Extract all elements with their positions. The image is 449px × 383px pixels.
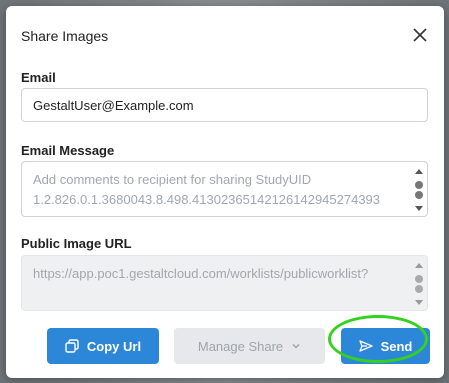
public-url-label: Public Image URL [21, 236, 132, 251]
email-message-label: Email Message [21, 143, 115, 158]
copy-icon [65, 339, 79, 353]
copy-url-label: Copy Url [86, 338, 142, 354]
manage-share-button[interactable]: Manage Share [174, 328, 325, 364]
manage-share-label: Manage Share [197, 338, 284, 354]
share-images-dialog: Share Images Email GestaltUser@Example.c… [6, 6, 444, 378]
scrollbar-icon[interactable] [414, 168, 424, 212]
send-button[interactable]: Send [341, 328, 430, 364]
email-field[interactable]: GestaltUser@Example.com [21, 88, 428, 122]
close-icon[interactable] [410, 25, 430, 45]
scrollbar-icon[interactable] [414, 262, 424, 306]
send-icon [358, 340, 373, 352]
public-url-placeholder: https://app.poc1.gestaltcloud.com/workli… [33, 266, 369, 281]
chevron-down-icon [292, 344, 300, 349]
email-label: Email [21, 70, 56, 85]
send-label: Send [380, 338, 413, 354]
copy-url-button[interactable]: Copy Url [47, 328, 159, 364]
email-message-placeholder: Add comments to recipient for sharing St… [33, 172, 381, 207]
email-message-textarea[interactable]: Add comments to recipient for sharing St… [21, 161, 428, 217]
public-url-textarea[interactable]: https://app.poc1.gestaltcloud.com/workli… [21, 255, 428, 311]
dialog-title: Share Images [21, 28, 109, 44]
